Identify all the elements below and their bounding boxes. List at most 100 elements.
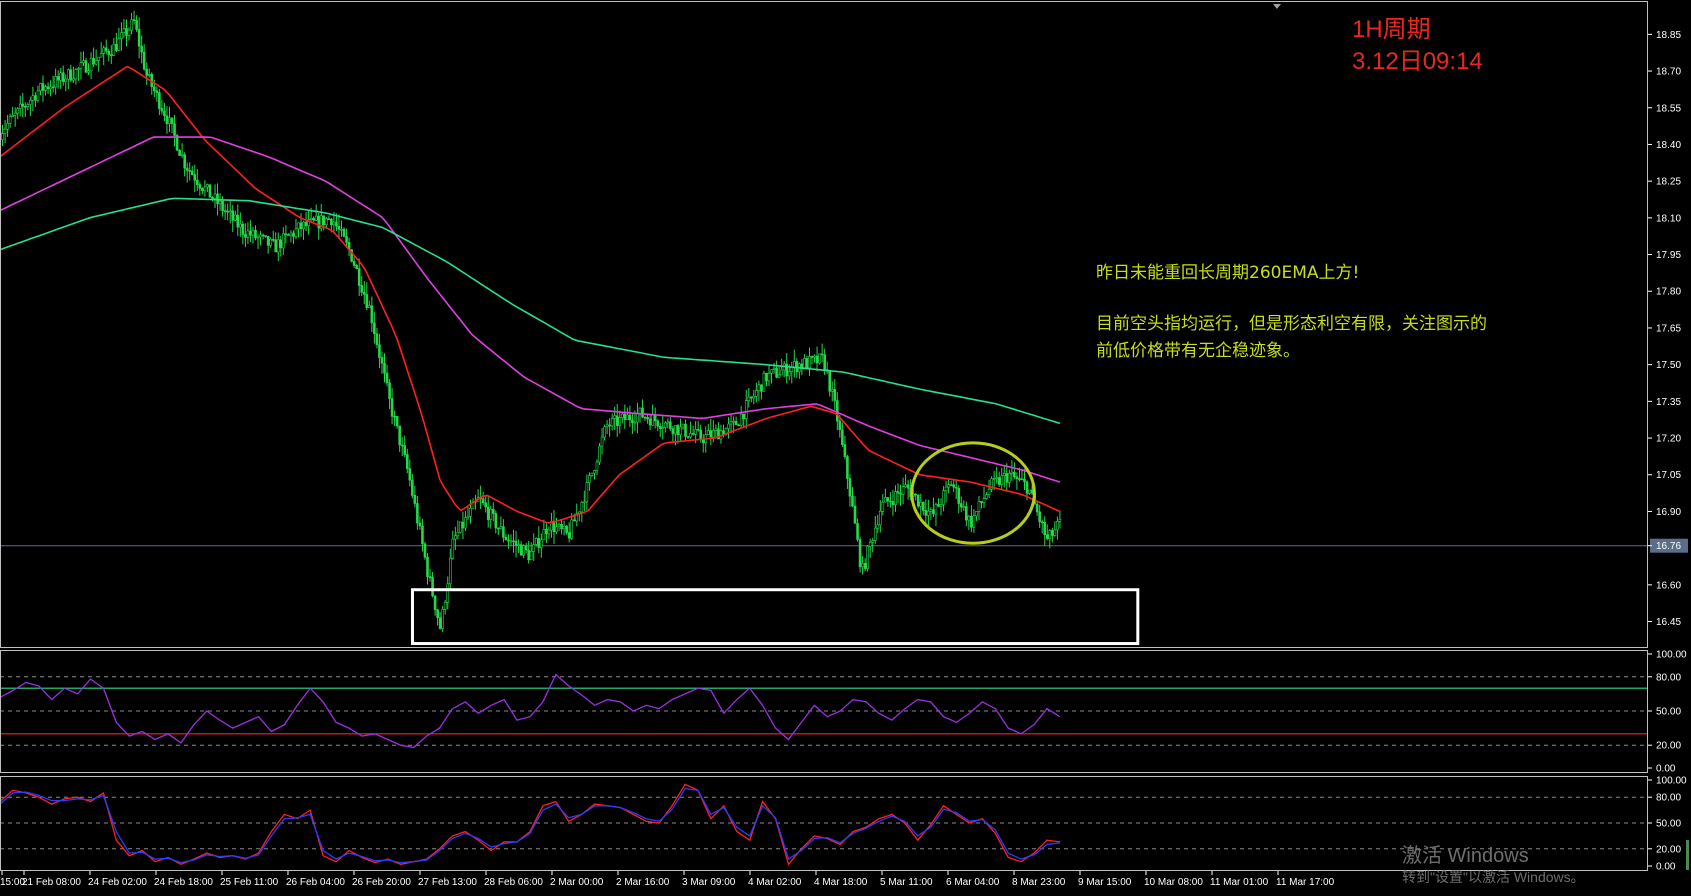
candle-body [294, 228, 298, 237]
candle-body [393, 415, 396, 418]
candle-body [752, 395, 756, 399]
candle-body [276, 239, 280, 253]
candle-body [560, 524, 563, 530]
candle-body [1005, 473, 1009, 483]
candle-body [188, 170, 192, 172]
candle-body [954, 486, 958, 489]
candle-body [340, 228, 343, 231]
candle-body [82, 60, 85, 63]
candle-body [747, 396, 751, 401]
candle-body [342, 228, 346, 237]
candle-body [512, 540, 515, 543]
candle-body [744, 400, 748, 419]
candle-body [676, 425, 680, 436]
candle-body [170, 117, 174, 124]
candle-body [696, 429, 700, 431]
candle-body [26, 104, 30, 107]
candle-body [357, 268, 361, 286]
candle-body [92, 57, 95, 65]
candle-body [193, 174, 197, 181]
candle-body [608, 424, 611, 427]
timeframe-line: 1H周期 [1352, 16, 1431, 43]
candle-body [223, 210, 227, 212]
candle-body [418, 522, 422, 527]
candle-body [800, 363, 804, 369]
candle-body [808, 356, 811, 369]
candle-body [620, 413, 624, 418]
candle-body [823, 354, 826, 370]
candle-body [163, 110, 166, 117]
candle-body [287, 234, 290, 236]
candle-body [906, 484, 910, 489]
candle-body [914, 493, 918, 496]
time-tick-label: 3 Mar 09:00 [682, 877, 736, 888]
candle-body [249, 230, 252, 236]
candle-body [461, 521, 465, 529]
candle-body [633, 421, 637, 424]
candle-body [269, 238, 272, 246]
time-tick-label: 24 Feb 18:00 [154, 877, 213, 888]
osc1-tick-label: 50.00 [1656, 707, 1681, 718]
candle-body [623, 413, 627, 420]
candle-body [684, 423, 687, 437]
candle-body [739, 413, 743, 426]
candle-body [266, 235, 270, 246]
candle-body [352, 261, 356, 266]
candle-body [8, 116, 12, 124]
time-tick-label: 11 Mar 01:00 [1210, 877, 1269, 888]
candle-body [932, 509, 935, 515]
candle-body [780, 369, 783, 376]
candle-body [168, 117, 171, 125]
candle-body [894, 491, 897, 505]
candle-body [896, 491, 900, 494]
candle-body [810, 356, 814, 358]
candle-body [570, 519, 573, 539]
candle-body [395, 416, 399, 427]
candle-body [980, 501, 983, 503]
candle-body [699, 429, 703, 440]
time-tick-label: 8 Mar 23:00 [1012, 877, 1066, 888]
candle-body [378, 344, 381, 358]
candle-body [641, 407, 644, 418]
osc2-tick-label: 0.00 [1656, 862, 1676, 873]
candle-body [244, 234, 247, 238]
candle-body [846, 456, 849, 479]
candle-body [69, 69, 73, 81]
candle-body [760, 384, 763, 392]
candle-body [671, 428, 675, 435]
candle-body [456, 531, 460, 537]
candle-body [689, 433, 692, 438]
candle-body [241, 223, 245, 235]
candle-body [107, 50, 111, 55]
candle-body [6, 123, 9, 130]
candle-body [54, 76, 57, 88]
candle-body [648, 418, 652, 426]
candle-body [1053, 529, 1057, 536]
candle-body [532, 544, 536, 552]
candle-body [729, 421, 733, 425]
candle-body [891, 501, 895, 505]
candle-body [18, 103, 22, 109]
candle-body [491, 508, 495, 514]
candle-body [140, 45, 143, 53]
candle-body [929, 509, 933, 512]
candle-body [967, 516, 971, 521]
candle-body [314, 215, 318, 221]
price-tick-label: 17.35 [1656, 397, 1681, 408]
candle-body [841, 429, 844, 445]
timeframe-label: 1H周期 3.12日09:14 [1352, 14, 1483, 78]
candle-body [975, 511, 978, 517]
candle-body [1010, 471, 1014, 474]
candle-body [117, 38, 121, 51]
candle-body [261, 234, 265, 237]
candle-body [413, 494, 417, 504]
candle-body [585, 482, 589, 503]
candle-body [115, 43, 118, 51]
candle-body [94, 60, 98, 65]
candle-body [529, 551, 533, 561]
candle-body [562, 525, 566, 530]
scroll-indicator [1686, 840, 1689, 870]
osc2-tick-label: 80.00 [1656, 793, 1681, 804]
candle-body [514, 540, 518, 546]
candle-body [856, 523, 859, 540]
